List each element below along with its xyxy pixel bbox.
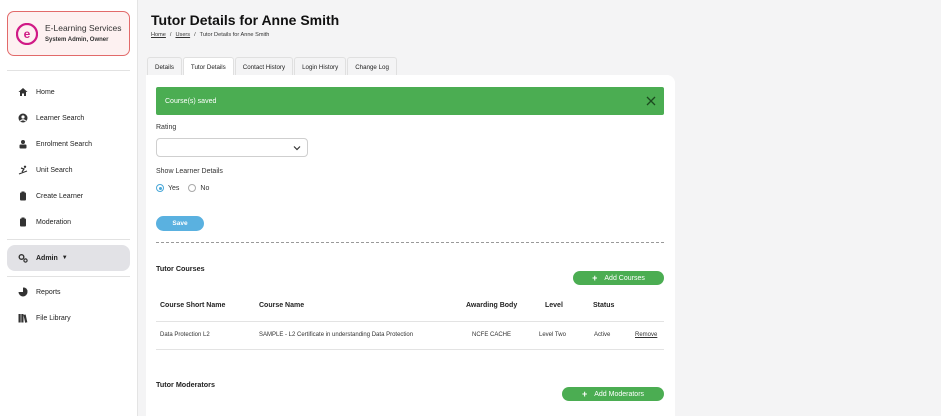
success-alert: Course(s) saved	[156, 87, 664, 115]
course-level: Level Two	[539, 332, 566, 338]
chevron-down-icon	[293, 146, 301, 151]
alert-message: Course(s) saved	[165, 97, 217, 105]
column-header: Course Short Name	[160, 302, 226, 309]
gears-icon	[18, 253, 28, 263]
column-header: Awarding Body	[466, 302, 518, 309]
org-role: System Admin, Owner	[45, 37, 109, 43]
plus-icon: +	[581, 388, 588, 399]
divider	[7, 70, 130, 71]
rating-select[interactable]	[156, 138, 308, 157]
tab-tutor-details[interactable]: Tutor Details	[182, 57, 234, 76]
course-name: SAMPLE - L2 Certificate in understanding…	[259, 332, 414, 338]
remove-link[interactable]: Remove	[635, 332, 657, 338]
clipboard-check-icon	[18, 217, 28, 227]
plus-icon: +	[592, 272, 598, 283]
show-learner-details-radio-group: Yes No	[156, 184, 218, 192]
page-title: Tutor Details for Anne Smith	[151, 12, 340, 28]
breadcrumb: Home / Users / Tutor Details for Anne Smith	[151, 32, 270, 38]
sidebar-item-unit-search[interactable]: Unit Search	[7, 159, 130, 181]
breadcrumb-users[interactable]: Users	[175, 32, 190, 38]
column-header: Level	[545, 302, 563, 309]
sidebar-item-admin[interactable]: Admin ▼	[7, 245, 130, 271]
add-courses-button[interactable]: + Add Courses	[573, 271, 664, 285]
tutor-courses-title: Tutor Courses	[156, 264, 205, 273]
radio-no-label[interactable]: No	[200, 185, 209, 192]
user-circle-icon	[18, 113, 28, 123]
sidebar-item-label: Home	[36, 88, 55, 96]
save-button[interactable]: Save	[156, 216, 204, 231]
sidebar-item-label: File Library	[36, 314, 71, 322]
sidebar-item-label: Reports	[36, 288, 61, 296]
tab-bar: Details Tutor Details Contact History Lo…	[147, 57, 398, 76]
breadcrumb-home[interactable]: Home	[151, 32, 166, 38]
org-switcher[interactable]: e E-Learning Services System Admin, Owne…	[7, 11, 130, 56]
divider	[7, 276, 130, 277]
sidebar-item-label: Enrolment Search	[36, 140, 93, 148]
sidebar-item-label: Learner Search	[36, 114, 85, 122]
column-header: Course Name	[259, 302, 305, 309]
org-name: E-Learning Services	[45, 23, 122, 33]
course-short-name: Data Protection L2	[160, 332, 210, 338]
sidebar-item-enrolment-search[interactable]: Enrolment Search	[7, 133, 130, 155]
pie-chart-icon	[18, 287, 28, 297]
sidebar-item-label: Create Learner	[36, 192, 84, 200]
org-logo-icon: e	[16, 23, 38, 45]
sidebar-item-label: Unit Search	[36, 166, 73, 174]
tab-details[interactable]: Details	[147, 57, 182, 76]
divider	[7, 239, 130, 240]
add-moderators-button[interactable]: + Add Moderators	[562, 387, 664, 401]
books-icon	[18, 313, 28, 323]
radio-yes-label[interactable]: Yes	[168, 185, 179, 192]
tab-contact-history[interactable]: Contact History	[234, 57, 294, 76]
add-courses-label: Add Courses	[604, 274, 645, 282]
sidebar-item-create-learner[interactable]: Create Learner	[7, 185, 130, 207]
course-status: Active	[594, 332, 611, 338]
divider	[156, 321, 664, 322]
caret-down-icon: ▼	[61, 255, 68, 261]
tutor-moderators-title: Tutor Moderators	[156, 380, 215, 389]
radio-no[interactable]	[188, 184, 197, 192]
user-badge-icon	[18, 139, 28, 149]
content-panel	[146, 75, 675, 416]
sidebar-item-home[interactable]: Home	[7, 81, 130, 103]
tab-login-history[interactable]: Login History	[294, 57, 347, 76]
sidebar-item-file-library[interactable]: File Library	[7, 307, 130, 329]
divider	[156, 349, 664, 350]
sidebar-item-moderation[interactable]: Moderation	[7, 211, 130, 233]
column-header: Status	[593, 302, 615, 309]
sidebar-item-label: Moderation	[36, 218, 72, 226]
sidebar-item-label: Admin	[36, 254, 58, 262]
svg-text:e: e	[24, 27, 31, 41]
radio-yes[interactable]	[156, 184, 164, 192]
sidebar-item-learner-search[interactable]: Learner Search	[7, 107, 130, 129]
clipboard-icon	[18, 191, 28, 201]
breadcrumb-current: Tutor Details for Anne Smith	[199, 32, 270, 38]
divider	[156, 242, 664, 243]
close-icon[interactable]	[645, 95, 657, 107]
tab-change-log[interactable]: Change Log	[347, 57, 397, 76]
ski-icon	[18, 165, 28, 175]
add-moderators-label: Add Moderators	[594, 390, 645, 398]
show-learner-details-label: Show Learner Details	[156, 168, 223, 175]
awarding-body: NCFE CACHE	[472, 332, 512, 338]
home-icon	[18, 87, 28, 97]
sidebar: e E-Learning Services System Admin, Owne…	[0, 0, 138, 416]
rating-label: Rating	[156, 124, 177, 131]
sidebar-item-reports[interactable]: Reports	[7, 281, 130, 303]
